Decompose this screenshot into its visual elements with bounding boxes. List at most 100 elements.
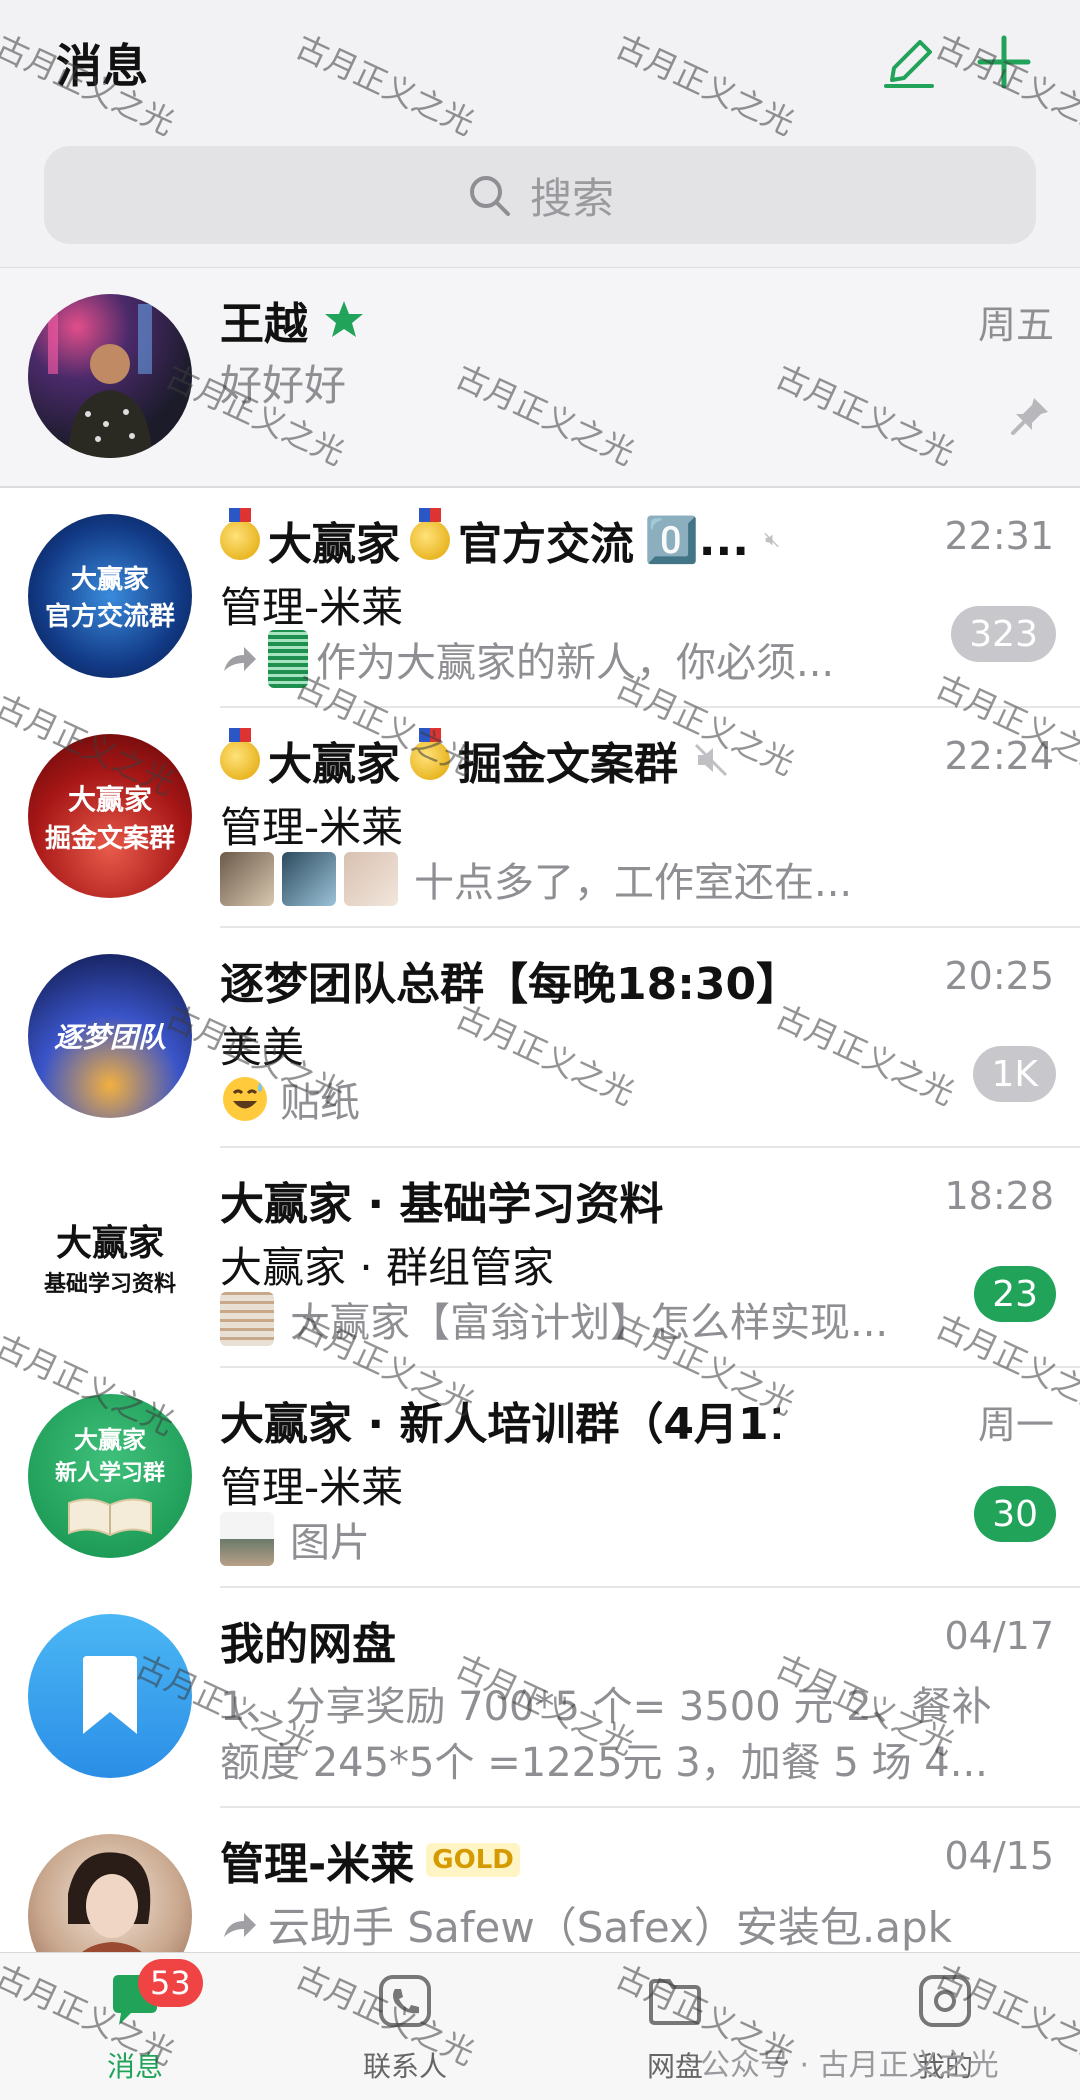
conversation-name-text: 大赢家 xyxy=(268,739,400,790)
avatar: 逐梦团队 xyxy=(28,954,192,1118)
conversation-preview: 十点多了，工作室还在... xyxy=(220,850,852,908)
thumbnail-image xyxy=(344,852,398,906)
avatar: 大赢家 基础学习资料 xyxy=(28,1174,192,1338)
avatar-text: 掘金文案群 xyxy=(44,823,175,854)
conversation-time: 22:31 xyxy=(944,514,1054,558)
sweat-smile-emoji-icon xyxy=(223,1077,267,1121)
avatar-text: 官方交流群 xyxy=(44,602,175,632)
medal-icon xyxy=(410,728,450,780)
compose-icon[interactable] xyxy=(880,32,940,92)
conversation-preview: 好好好 xyxy=(220,361,347,410)
page-title: 消息 xyxy=(56,39,148,93)
conversation-row[interactable]: 大赢家 基础学习资料 大赢家 · 基础学习资料 18:28 大赢家 · 群组管家… xyxy=(0,1148,1080,1368)
conversation-preview-text: 云助手 Safew（Safex）安装包.apk xyxy=(268,1903,952,1952)
unread-badge: 53 xyxy=(138,1959,203,2007)
avatar-text: 基础学习资料 xyxy=(43,1272,176,1297)
phone-icon xyxy=(379,1975,431,2027)
conversation-sender: 美美 xyxy=(220,1023,305,1072)
avatar: 大赢家 官方交流群 xyxy=(28,514,192,678)
gold-badge-icon: GOLD xyxy=(426,1843,520,1877)
conversation-name-text: 逐梦团队总群【每晚18:30】 xyxy=(220,959,780,1010)
tab-label: 消息 xyxy=(106,2050,163,2083)
conversation-sender: 大赢家 · 群组管家 xyxy=(220,1243,555,1292)
medal-icon xyxy=(410,508,450,560)
conversation-name: 我的网盘 xyxy=(220,1608,396,1672)
search-icon xyxy=(469,176,510,216)
conversation-list: 王越 周五 好好好 大赢家 官方交流群 大赢家 官方交流 0️⃣... 22:3… xyxy=(0,268,1080,2028)
conversation-preview-text: 十点多了，工作室还在... xyxy=(414,860,853,906)
conversation-preview: 贴纸 xyxy=(220,1070,360,1128)
tab-messages[interactable]: 53 消息 xyxy=(0,1953,270,2100)
conversation-row[interactable]: 逐梦团队 逐梦团队总群【每晚18:30】 20:25 美美 贴纸 1K xyxy=(0,928,1080,1148)
conversation-name-text: 大赢家 xyxy=(268,519,400,570)
avatar: 大赢家 新人学习群 xyxy=(28,1394,192,1558)
conversation-preview-text: 图片 xyxy=(290,1520,370,1566)
conversation-time: 周五 xyxy=(977,303,1054,347)
conversation-name: 大赢家 掘金文案群 xyxy=(220,728,730,792)
conversation-name: 管理-米莱 GOLD xyxy=(220,1828,520,1892)
tab-contacts[interactable]: 联系人 xyxy=(270,1953,540,2100)
plus-icon[interactable] xyxy=(974,32,1034,92)
conversation-sender: 管理-米莱 xyxy=(220,803,404,852)
conversation-name-text: 0️⃣... xyxy=(644,515,749,566)
conversation-name: 大赢家 · 基础学习资料 xyxy=(220,1168,663,1232)
conversation-name-text: 王越 xyxy=(220,299,308,350)
forward-icon xyxy=(224,1912,256,1937)
conversation-time: 18:28 xyxy=(944,1174,1054,1218)
conversation-row[interactable]: 大赢家 掘金文案群 大赢家 掘金文案群 22:24 管理-米莱 十点多了，工作室… xyxy=(0,708,1080,928)
conversation-preview-text: 额度 245*5个 =1225元 3，加餐 5 场 4... xyxy=(220,1740,988,1786)
unread-badge: 30 xyxy=(974,1486,1056,1542)
avatar xyxy=(28,294,192,458)
conversation-time: 周一 xyxy=(977,1403,1054,1447)
star-icon xyxy=(325,301,363,337)
conversation-preview: 云助手 Safew（Safex）安装包.apk xyxy=(220,1894,952,1955)
avatar-text: 大赢家 xyxy=(67,782,152,816)
settings-icon xyxy=(919,1975,971,2027)
conversation-preview-text: 贴纸 xyxy=(280,1080,360,1126)
conversation-sender: 管理-米莱 xyxy=(220,583,404,632)
conversation-preview-text: 大赢家【富翁计划】怎么样实现... xyxy=(290,1300,889,1346)
avatar-text: 大赢家 xyxy=(55,1223,164,1264)
conversation-name: 逐梦团队总群【每晚18:30】 xyxy=(220,948,780,1012)
conversation-name: 大赢家 · 新人培训群（4月11日 ~... xyxy=(220,1388,780,1452)
conversation-name: 王越 xyxy=(220,288,366,352)
search-bar[interactable]: 搜索 xyxy=(44,146,1036,244)
conversation-preview-line2: 额度 245*5个 =1225元 3，加餐 5 场 4... xyxy=(220,1730,988,1788)
watermark-footer: 公众号 · 古月正义之光 xyxy=(700,2048,999,2083)
search-placeholder: 搜索 xyxy=(529,173,614,223)
avatar-text: 新人学习群 xyxy=(54,1461,165,1486)
bookmark-icon xyxy=(83,1656,137,1734)
conversation-name-text: 管理-米莱 xyxy=(220,1839,415,1890)
medal-icon xyxy=(220,728,260,780)
conversation-name: 大赢家 官方交流 0️⃣... xyxy=(220,508,780,572)
conversation-row[interactable]: 我的网盘 04/17 1、分享奖励 700*5 个= 3500 元 2、餐补 额… xyxy=(0,1588,1080,1808)
unread-badge: 23 xyxy=(974,1266,1056,1322)
avatar-text: 逐梦团队 xyxy=(53,1021,166,1054)
pin-icon xyxy=(1011,398,1048,435)
conversation-preview: 作为大赢家的新人，你必须... xyxy=(220,630,834,688)
unread-badge: 323 xyxy=(951,606,1056,662)
conversation-name-text: 大赢家 · 基础学习资料 xyxy=(220,1179,664,1230)
avatar-text: 大赢家 xyxy=(74,1426,146,1454)
thumbnail-image xyxy=(220,852,274,906)
conversation-preview: 大赢家【富翁计划】怎么样实现... xyxy=(220,1290,888,1348)
thumbnail-image xyxy=(220,1292,274,1346)
mute-icon xyxy=(764,532,779,548)
avatar-text: 大赢家 xyxy=(70,565,149,595)
conversation-name-text: 掘金文案群 xyxy=(458,739,678,790)
conversation-preview-text: 作为大赢家的新人，你必须... xyxy=(316,640,835,686)
book-icon xyxy=(68,1498,152,1537)
conversation-name-text: 我的网盘 xyxy=(220,1619,396,1670)
conversation-time: 04/15 xyxy=(944,1834,1054,1878)
conversation-time: 04/17 xyxy=(944,1614,1054,1658)
tab-label: 联系人 xyxy=(362,2050,447,2083)
conversation-row[interactable]: 王越 周五 好好好 xyxy=(0,268,1080,488)
conversation-time: 22:24 xyxy=(944,734,1054,778)
header: 消息 搜索 xyxy=(0,0,1080,268)
folder-icon xyxy=(649,1979,701,2025)
conversation-name-text: 官方交流 xyxy=(458,519,634,570)
conversation-row[interactable]: 大赢家 官方交流群 大赢家 官方交流 0️⃣... 22:31 管理-米莱 作为… xyxy=(0,488,1080,708)
conversation-sender: 管理-米莱 xyxy=(220,1463,404,1512)
conversation-name-text: 大赢家 · 新人培训群（4月11日 ~... xyxy=(220,1399,780,1450)
conversation-row[interactable]: 大赢家 新人学习群 大赢家 · 新人培训群（4月11日 ~... 周一 管理-米… xyxy=(0,1368,1080,1588)
